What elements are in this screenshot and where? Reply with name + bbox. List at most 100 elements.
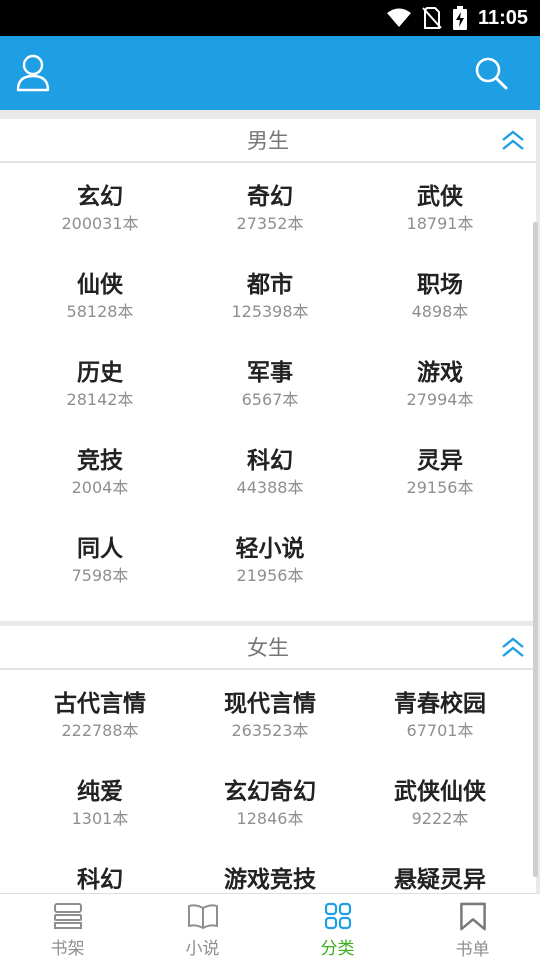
nav-bookshelf[interactable]: 书架	[0, 894, 135, 960]
nav-label: 书架	[50, 939, 85, 959]
category-name: 仙侠	[77, 272, 123, 298]
category-name: 科幻	[247, 448, 293, 474]
bookmark-icon	[459, 902, 486, 931]
category-count: 7598本	[71, 566, 129, 585]
category-name: 灵异	[417, 448, 463, 474]
profile-button[interactable]	[12, 52, 54, 94]
nav-category[interactable]: 分类	[270, 894, 405, 960]
person-icon	[16, 54, 50, 92]
category-count: 12846本	[236, 809, 304, 828]
category-count: 28142本	[66, 390, 134, 409]
category-name: 游戏	[417, 360, 463, 386]
category-name: 都市	[247, 272, 293, 298]
category-name: 武侠仙侠	[394, 779, 486, 805]
category-count: 27352本	[236, 214, 304, 233]
category-name: 现代言情	[224, 691, 316, 717]
category-name: 青春校园	[394, 691, 486, 717]
search-icon	[475, 57, 508, 90]
category-item[interactable]: 竞技 2004本	[15, 427, 185, 515]
category-item[interactable]: 武侠 18791本	[355, 163, 525, 251]
section-header: 女生	[0, 626, 536, 670]
category-count: 9222本	[411, 809, 469, 828]
nav-label: 小说	[185, 939, 220, 959]
category-count: 222788本	[61, 721, 139, 740]
category-name: 古代言情	[54, 691, 146, 717]
category-name: 游戏竞技	[224, 867, 316, 893]
wifi-icon	[386, 8, 411, 27]
category-item[interactable]: 游戏 27994本	[355, 339, 525, 427]
category-name: 纯爱	[77, 779, 123, 805]
category-item[interactable]: 同人 7598本	[15, 515, 185, 603]
category-item[interactable]: 科幻 44388本	[185, 427, 355, 515]
category-count: 4898本	[411, 302, 469, 321]
category-item[interactable]: 灵异 29156本	[355, 427, 525, 515]
category-count: 67701本	[406, 721, 474, 740]
category-grid: 古代言情 222788本 现代言情 263523本 青春校园 67701本 纯爱 130…	[0, 670, 536, 893]
category-count: 27994本	[406, 390, 474, 409]
nav-novel[interactable]: 小说	[135, 894, 270, 960]
category-count: 21956本	[236, 566, 304, 585]
category-count: 200031本	[61, 214, 139, 233]
category-name: 武侠	[417, 184, 463, 210]
scrollbar[interactable]	[533, 222, 538, 877]
collapse-chevron-icon[interactable]	[500, 129, 526, 153]
category-count: 29156本	[406, 478, 474, 497]
category-item[interactable]: 都市 125398本	[185, 251, 355, 339]
section-title: 男生	[247, 129, 289, 153]
bookshelf-icon	[53, 903, 82, 929]
category-item[interactable]: 仙侠 58128本	[15, 251, 185, 339]
category-item[interactable]: 历史 28142本	[15, 339, 185, 427]
category-name: 竞技	[77, 448, 123, 474]
category-name: 玄幻奇幻	[224, 779, 316, 805]
category-item[interactable]: 科幻	[15, 846, 185, 893]
category-item[interactable]: 古代言情 222788本	[15, 670, 185, 758]
category-item[interactable]: 现代言情 263523本	[185, 670, 355, 758]
category-name: 历史	[77, 360, 123, 386]
status-time: 11:05	[477, 6, 528, 29]
category-count: 18791本	[406, 214, 474, 233]
bottom-nav: 书架 小说 分类 书单	[0, 893, 540, 960]
category-count: 58128本	[66, 302, 134, 321]
category-item[interactable]: 玄幻 200031本	[15, 163, 185, 251]
no-sim-icon	[422, 7, 442, 29]
battery-charging-icon	[452, 6, 467, 30]
category-count: 44388本	[236, 478, 304, 497]
category-name: 军事	[247, 360, 293, 386]
category-item[interactable]: 玄幻奇幻 12846本	[185, 758, 355, 846]
search-button[interactable]	[470, 52, 512, 94]
category-content[interactable]: 男生 玄幻 200031本 奇幻 27352本 武侠 18791本 仙侠 58128本 …	[0, 110, 540, 893]
section-female: 女生 古代言情 222788本 现代言情 263523本 青春校园 67701本 纯爱…	[0, 626, 536, 893]
category-name: 职场	[417, 272, 463, 298]
open-book-icon	[187, 904, 218, 929]
nav-label: 分类	[320, 939, 355, 959]
category-count: 125398本	[231, 302, 309, 321]
category-count: 2004本	[71, 478, 129, 497]
collapse-chevron-icon[interactable]	[500, 636, 526, 660]
category-count: 263523本	[231, 721, 309, 740]
category-item[interactable]: 武侠仙侠 9222本	[355, 758, 525, 846]
category-item[interactable]: 悬疑灵异	[355, 846, 525, 893]
category-item[interactable]: 军事 6567本	[185, 339, 355, 427]
category-count: 6567本	[241, 390, 299, 409]
category-name: 轻小说	[235, 536, 305, 562]
category-grid: 玄幻 200031本 奇幻 27352本 武侠 18791本 仙侠 58128本 都市 1…	[0, 163, 536, 603]
status-bar: 11:05	[0, 0, 540, 36]
category-grid-icon	[324, 902, 351, 930]
status-icons: 11:05	[386, 0, 528, 36]
nav-booklist[interactable]: 书单	[405, 894, 540, 960]
category-name: 悬疑灵异	[394, 867, 486, 893]
nav-label: 书单	[455, 940, 490, 960]
category-item[interactable]: 纯爱 1301本	[15, 758, 185, 846]
section-title: 女生	[247, 636, 289, 660]
category-count: 1301本	[71, 809, 129, 828]
category-item[interactable]: 游戏竞技	[185, 846, 355, 893]
category-item[interactable]: 奇幻 27352本	[185, 163, 355, 251]
category-item[interactable]: 轻小说 21956本	[185, 515, 355, 603]
category-name: 同人	[77, 536, 123, 562]
section-header: 男生	[0, 119, 536, 163]
category-item[interactable]: 职场 4898本	[355, 251, 525, 339]
category-item[interactable]: 青春校园 67701本	[355, 670, 525, 758]
category-name: 玄幻	[77, 184, 123, 210]
category-name: 科幻	[77, 867, 123, 893]
app-bar	[0, 36, 540, 110]
